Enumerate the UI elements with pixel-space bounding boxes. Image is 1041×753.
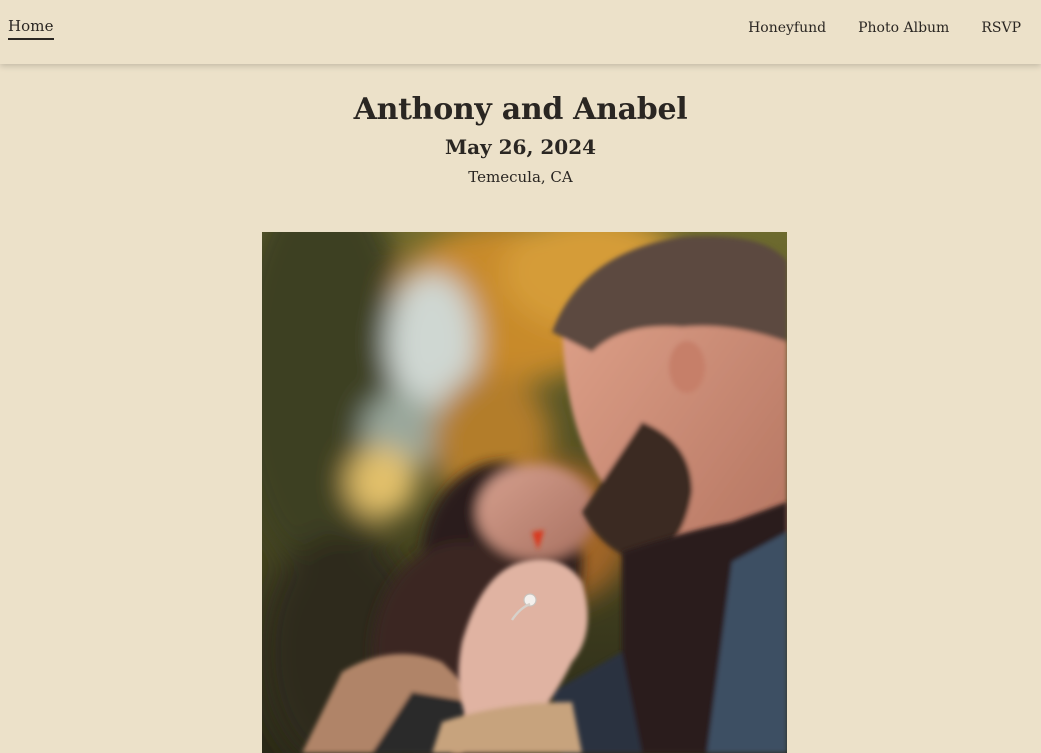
engagement-photo bbox=[262, 232, 787, 753]
nav-rsvp-link[interactable]: RSVP bbox=[981, 20, 1021, 36]
top-navigation-bar: Home Honeyfund Photo Album RSVP bbox=[0, 0, 1041, 64]
wedding-location: Temecula, CA bbox=[468, 168, 573, 186]
engagement-photo-image bbox=[262, 232, 787, 753]
nav-photo-album-link[interactable]: Photo Album bbox=[858, 20, 949, 36]
page-header: Anthony and Anabel May 26, 2024 Temecula… bbox=[0, 92, 1041, 186]
nav-links: Honeyfund Photo Album RSVP bbox=[748, 20, 1021, 36]
nav-honeyfund-link[interactable]: Honeyfund bbox=[748, 20, 826, 36]
wedding-date: May 26, 2024 bbox=[444, 135, 597, 159]
page-title: Anthony and Anabel bbox=[353, 92, 688, 127]
nav-home-link[interactable]: Home bbox=[8, 17, 54, 40]
